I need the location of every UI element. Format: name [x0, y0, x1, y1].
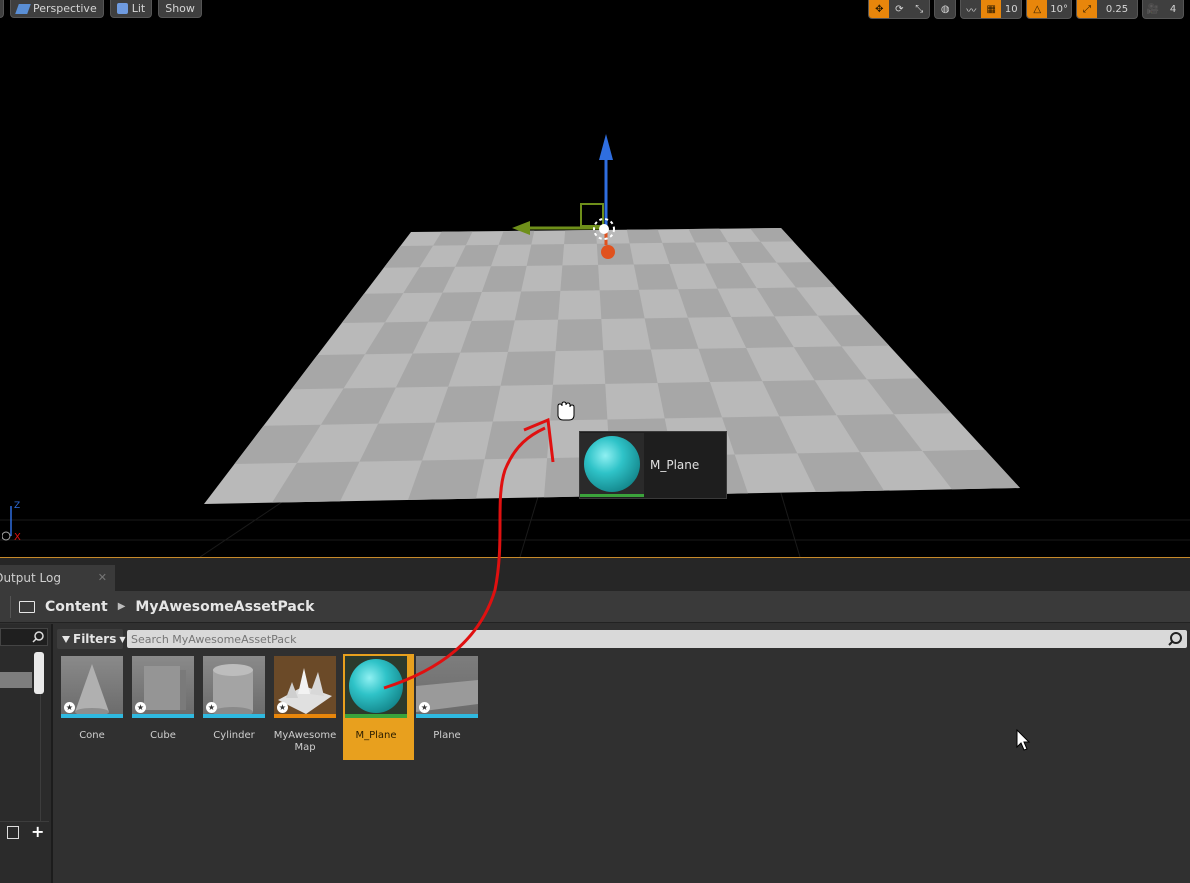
world-space-icon[interactable]: ◍	[935, 0, 955, 18]
scale-snap-group: ⤢ 0.25	[1076, 0, 1138, 19]
level-viewport[interactable]: Perspective Lit Show ✥ ⟳ ⤡ ◍ 〰 ▦ 10 △ 10…	[0, 0, 1190, 557]
star-icon: ★	[277, 702, 288, 713]
rotation-snap-group: △ 10°	[1026, 0, 1072, 19]
folder-search-input[interactable]	[0, 628, 48, 646]
lit-mode-button[interactable]: Lit	[109, 0, 153, 18]
folder-icon	[19, 600, 35, 613]
cone-mesh-icon: ★	[61, 656, 123, 718]
scale-snap-value[interactable]: 0.25	[1097, 0, 1137, 18]
folder-tree-footer: +	[0, 821, 49, 844]
scale-mode-icon[interactable]: ⤡	[909, 0, 929, 18]
material-sphere-icon	[580, 433, 644, 497]
folder-tree: +	[0, 624, 53, 883]
add-folder-icon[interactable]: +	[31, 822, 44, 841]
star-icon: ★	[135, 702, 146, 713]
viewport-toolbar-right: ✥ ⟳ ⤡ ◍ 〰 ▦ 10 △ 10° ⤢ 0.25 🎥 4	[868, 0, 1184, 20]
asset-grid: ★ Cone ★ Cube ★ Cylinder ★ MyAwesome Map…	[59, 654, 485, 760]
filters-button[interactable]: Filters ▼	[57, 629, 126, 649]
axis-x-label: X	[14, 532, 21, 543]
content-browser-panel: Output Log ✕ Content ▶ MyAwesomeAssetPac…	[0, 557, 1190, 883]
axis-indicator: Z X	[1, 496, 32, 550]
cylinder-mesh-icon: ★	[203, 656, 265, 718]
folder-tree-scrollbar[interactable]	[34, 652, 44, 694]
breadcrumb-asset-pack[interactable]: MyAwesomeAssetPack	[135, 599, 314, 615]
perspective-icon	[15, 3, 31, 14]
rotation-snap-icon[interactable]: △	[1027, 0, 1048, 18]
asset-tile-plane[interactable]: ★ Plane	[414, 654, 485, 760]
search-icon	[32, 631, 44, 643]
scale-snap-icon[interactable]: ⤢	[1077, 0, 1097, 18]
grid-snap-value[interactable]: 10	[1001, 0, 1021, 18]
camera-speed-value[interactable]: 4	[1163, 0, 1183, 18]
star-icon: ★	[206, 702, 217, 713]
selected-folder-item[interactable]	[0, 672, 32, 688]
grab-hand-cursor-icon	[557, 401, 575, 421]
viewport-toolbar-left: Perspective Lit Show	[0, 0, 202, 20]
chevron-right-icon[interactable]: ▶	[118, 601, 126, 612]
camera-speed-icon[interactable]: 🎥	[1143, 0, 1163, 18]
show-button[interactable]: Show	[158, 0, 202, 18]
star-icon: ★	[419, 702, 430, 713]
map-icon: ★	[274, 656, 336, 718]
plane-mesh-icon: ★	[416, 656, 478, 718]
camera-speed-group: 🎥 4	[1142, 0, 1184, 19]
grid-snap-group: 〰 ▦ 10	[960, 0, 1023, 19]
rotation-snap-value[interactable]: 10°	[1047, 0, 1071, 18]
axis-z-label: Z	[14, 501, 20, 511]
asset-tile-map[interactable]: ★ MyAwesome Map	[272, 654, 343, 760]
perspective-button[interactable]	[0, 0, 4, 18]
asset-search-input[interactable]	[131, 630, 1151, 648]
perspective-view-button[interactable]: Perspective	[10, 0, 104, 18]
close-icon[interactable]: ✕	[98, 571, 107, 584]
breadcrumb-content[interactable]: Content	[45, 599, 108, 615]
search-icon	[1168, 632, 1182, 646]
asset-tile-cylinder[interactable]: ★ Cylinder	[201, 654, 272, 760]
lit-cube-icon	[116, 3, 128, 14]
cube-mesh-icon: ★	[132, 656, 194, 718]
mouse-pointer-icon	[1016, 729, 1031, 751]
rotate-mode-icon[interactable]: ⟳	[889, 0, 909, 18]
drag-drop-preview: M_Plane	[579, 431, 727, 499]
chevron-down-icon: ▼	[119, 634, 126, 644]
asset-tile-cube[interactable]: ★ Cube	[130, 654, 201, 760]
breadcrumb: Content ▶ MyAwesomeAssetPack	[0, 591, 1190, 623]
tab-output-log[interactable]: Output Log ✕	[0, 565, 115, 591]
drag-preview-label: M_Plane	[650, 458, 700, 472]
surface-snap-icon[interactable]: 〰	[961, 0, 981, 18]
filters-bar: Filters ▼	[53, 628, 1190, 650]
translate-mode-icon[interactable]: ✥	[869, 0, 890, 18]
filter-icon	[62, 635, 70, 643]
transform-mode-group: ✥ ⟳ ⤡	[868, 0, 931, 19]
grid-snap-icon[interactable]: ▦	[981, 0, 1002, 18]
asset-tile-cone[interactable]: ★ Cone	[59, 654, 130, 760]
list-view-icon[interactable]	[7, 826, 19, 839]
material-sphere-icon	[345, 656, 407, 718]
coordinate-space-group: ◍	[934, 0, 957, 19]
asset-search-box[interactable]	[127, 630, 1187, 648]
panel-tab-bar: Output Log ✕	[0, 558, 1190, 591]
asset-tile-m-plane[interactable]: M_Plane	[343, 654, 414, 760]
star-icon: ★	[64, 702, 75, 713]
asset-view: Filters ▼ ★ Cone	[53, 624, 1190, 883]
